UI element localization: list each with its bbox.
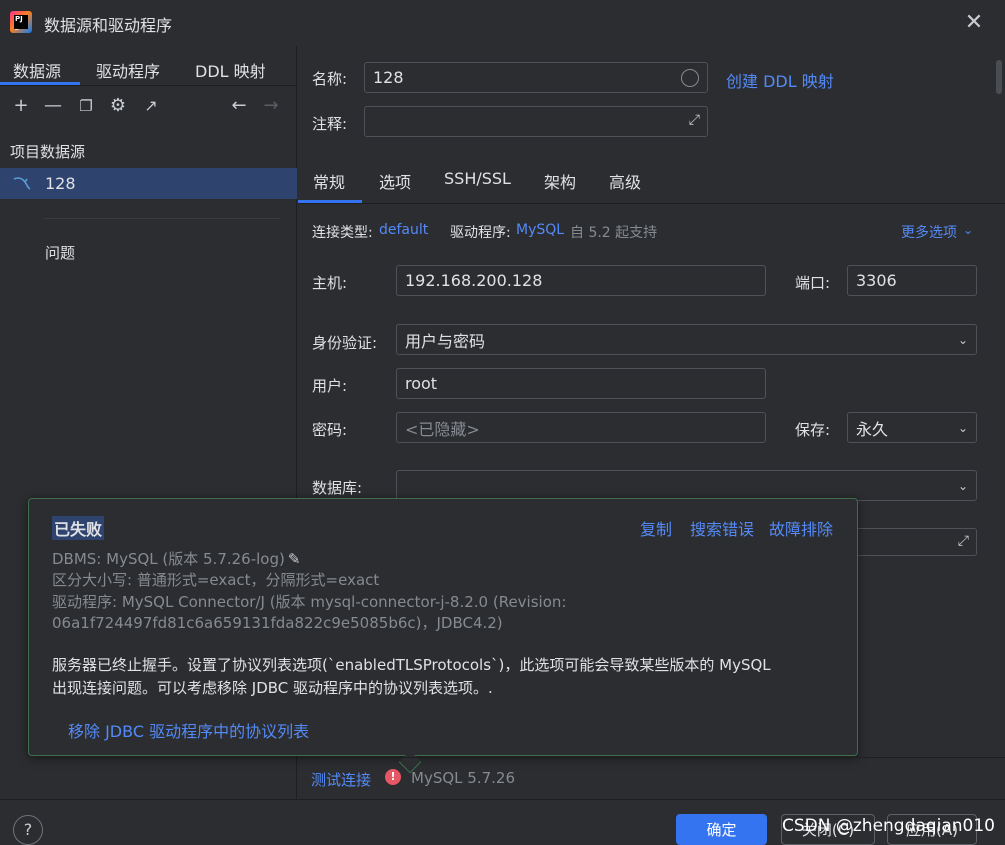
remove-protocol-link[interactable]: 移除 JDBC 驱动程序中的协议列表 <box>68 718 309 742</box>
dbms-text: DBMS: MySQL (版本 5.7.26-log) <box>52 550 285 568</box>
duplicate-icon[interactable]: ❐ <box>75 95 97 117</box>
driver-link[interactable]: MySQL <box>516 222 564 238</box>
mysql-icon <box>12 175 32 191</box>
user-field[interactable]: root <box>396 368 766 399</box>
section-title: 项目数据源 <box>10 143 86 161</box>
chevron-down-icon[interactable]: ⌄ <box>963 223 973 237</box>
password-field[interactable]: <已隐藏> <box>396 412 766 443</box>
host-value: 192.168.200.128 <box>405 271 543 290</box>
back-arrow-icon[interactable]: ← <box>228 95 250 117</box>
search-error-link[interactable]: 搜索错误 <box>690 516 754 540</box>
save-select[interactable]: 永久 ⌄ <box>847 412 977 443</box>
datasource-label: 128 <box>45 174 76 193</box>
tab-options[interactable]: 选项 <box>379 169 411 193</box>
create-ddl-link[interactable]: 创建 DDL 映射 <box>726 68 834 92</box>
driver-info-2: 06a1f724497fd81c6a659131fda822c9e5085b6c… <box>52 614 503 632</box>
case-info: 区分大小写: 普通形式=exact，分隔形式=exact <box>52 571 380 589</box>
driver-note: 自 5.2 起支持 <box>570 225 658 241</box>
tab-schemas[interactable]: 架构 <box>544 169 576 193</box>
user-label: 用户: <box>312 377 348 395</box>
database-label: 数据库: <box>312 479 363 497</box>
divider <box>0 85 297 86</box>
tab-general[interactable]: 常规 <box>313 169 345 193</box>
port-field[interactable]: 3306 <box>847 265 977 296</box>
password-placeholder: <已隐藏> <box>405 419 480 439</box>
dbms-info: DBMS: MySQL (版本 5.7.26-log) ✎ <box>52 548 300 569</box>
host-field[interactable]: 192.168.200.128 <box>396 265 766 296</box>
divider <box>0 799 1005 800</box>
tab-datasources[interactable]: 数据源 <box>13 58 61 82</box>
name-field[interactable]: 128 <box>364 62 708 93</box>
divider <box>298 757 1005 758</box>
watermark: CSDN @zhengdaqian010 <box>782 816 995 836</box>
problems-item[interactable]: 问题 <box>45 242 75 263</box>
help-button[interactable]: ? <box>13 815 43 845</box>
error-icon: ! <box>385 769 401 785</box>
open-external-icon[interactable]: ↗ <box>140 95 162 117</box>
test-connection-link[interactable]: 测试连接 <box>311 769 371 790</box>
more-options-link[interactable]: 更多选项 <box>901 222 957 242</box>
comment-field[interactable]: ⤢ <box>364 106 708 137</box>
driver-info-1: 驱动程序: MySQL Connector/J (版本 mysql-connec… <box>52 593 567 611</box>
driver-label: 驱动程序: <box>450 225 511 241</box>
error-message-1: 服务器已终止握手。设置了协议列表选项(`enabledTLSProtocols`… <box>52 656 771 674</box>
user-value: root <box>405 374 438 393</box>
tab-ssh-ssl[interactable]: SSH/SSL <box>444 169 511 188</box>
auth-select[interactable]: 用户与密码 ⌄ <box>396 324 977 355</box>
divider <box>44 218 280 219</box>
gear-icon[interactable]: ⚙ <box>107 95 129 117</box>
copy-link[interactable]: 复制 <box>640 516 672 540</box>
pencil-icon[interactable]: ✎ <box>288 550 301 568</box>
conn-type-label: 连接类型: <box>312 225 373 241</box>
test-result: MySQL 5.7.26 <box>411 769 515 787</box>
chevron-down-icon: ⌄ <box>957 420 968 435</box>
popup-title: 已失败 <box>52 516 105 540</box>
color-circle-icon[interactable] <box>681 69 699 87</box>
chevron-down-icon: ⌄ <box>957 332 968 347</box>
expand-icon[interactable]: ⤢ <box>689 112 700 128</box>
expand-icon[interactable]: ⤢ <box>958 533 969 549</box>
window-title: 数据源和驱动程序 <box>44 16 173 35</box>
auth-label: 身份验证: <box>312 334 378 352</box>
chevron-down-icon: ⌄ <box>957 478 968 493</box>
forward-arrow-icon[interactable]: → <box>260 95 282 117</box>
port-label: 端口: <box>795 274 831 292</box>
password-label: 密码: <box>312 421 348 439</box>
tab-drivers[interactable]: 驱动程序 <box>96 58 160 82</box>
save-value: 永久 <box>856 419 889 439</box>
comment-label: 注释: <box>312 115 348 133</box>
auth-value: 用户与密码 <box>405 331 486 351</box>
scrollbar-thumb[interactable] <box>996 60 1002 94</box>
remove-icon[interactable]: — <box>42 95 64 117</box>
troubleshoot-link[interactable]: 故障排除 <box>769 516 833 540</box>
error-message-2: 出现连接问题。可以考虑移除 JDBC 驱动程序中的协议列表选项。. <box>52 679 493 697</box>
host-label: 主机: <box>312 274 348 292</box>
app-logo-icon: PJ _ <box>10 11 32 33</box>
save-label: 保存: <box>795 421 831 439</box>
tab-ddl-mappings[interactable]: DDL 映射 <box>195 58 266 82</box>
add-icon[interactable]: + <box>10 95 32 117</box>
divider <box>298 203 1005 204</box>
port-value: 3306 <box>856 271 897 290</box>
name-label: 名称: <box>312 70 348 88</box>
database-select[interactable]: ⌄ <box>396 470 977 501</box>
tab-advanced[interactable]: 高级 <box>609 169 641 193</box>
conn-type-link[interactable]: default <box>379 222 428 238</box>
ok-button[interactable]: 确定 <box>676 814 767 845</box>
close-icon[interactable]: ✕ <box>962 11 986 35</box>
name-value: 128 <box>373 68 404 87</box>
